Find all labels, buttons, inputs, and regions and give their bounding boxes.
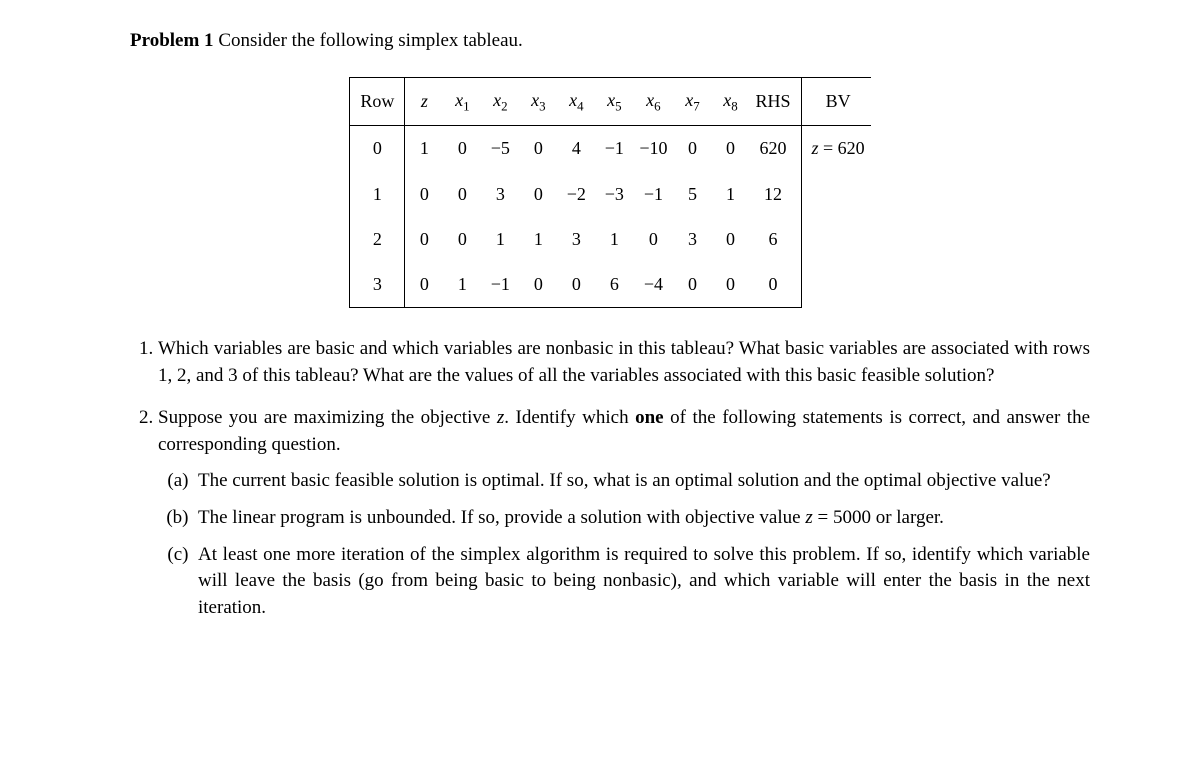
title-bold: Problem 1 [130, 30, 214, 51]
table-header-row: Row z x1 x2 x3 x4 x5 x6 x7 x8 RHS BV [350, 77, 871, 126]
col-bv: BV [801, 77, 871, 126]
question-list: Which variables are basic and which vari… [130, 336, 1090, 621]
question-2a: The current basic feasible solution is o… [198, 468, 1090, 495]
col-x3: x3 [519, 77, 557, 126]
table-row: 3 0 1 −1 0 0 6 −4 0 0 0 [350, 262, 871, 308]
col-x2: x2 [481, 77, 519, 126]
col-x1: x1 [443, 77, 481, 126]
col-x8: x8 [711, 77, 749, 126]
col-x7: x7 [673, 77, 711, 126]
col-x4: x4 [557, 77, 595, 126]
col-rhs: RHS [749, 77, 801, 126]
table-row: 1 0 0 3 0 −2 −3 −1 5 1 12 [350, 172, 871, 217]
simplex-table: Row z x1 x2 x3 x4 x5 x6 x7 x8 RHS BV 0 1… [349, 77, 870, 308]
problem-title: Problem 1 Consider the following simplex… [130, 28, 1090, 55]
question-2b: The linear program is unbounded. If so, … [198, 505, 1090, 532]
question-1: Which variables are basic and which vari… [158, 336, 1090, 389]
question-2c: At least one more iteration of the simpl… [198, 542, 1090, 622]
table-row: 2 0 0 1 1 3 1 0 3 0 6 [350, 217, 871, 262]
col-row: Row [350, 77, 405, 126]
title-rest: Consider the following simplex tableau. [214, 30, 523, 51]
sub-question-list: The current basic feasible solution is o… [158, 468, 1090, 621]
question-2: Suppose you are maximizing the objective… [158, 405, 1090, 621]
table-row: 0 1 0 −5 0 4 −1 −10 0 0 620 z = 620 [350, 126, 871, 172]
simplex-tableau: Row z x1 x2 x3 x4 x5 x6 x7 x8 RHS BV 0 1… [130, 77, 1090, 308]
col-x5: x5 [595, 77, 633, 126]
col-z: z [405, 77, 444, 126]
col-x6: x6 [633, 77, 673, 126]
